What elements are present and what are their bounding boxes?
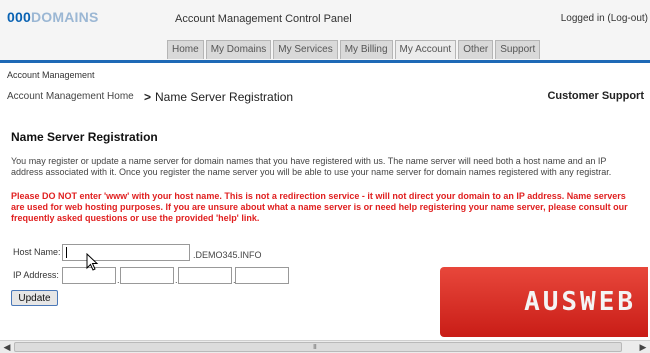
breadcrumb: Account Management Home > Name Server Re… — [7, 90, 644, 106]
host-name-input[interactable] — [62, 244, 190, 261]
tab-my-account[interactable]: My Account — [394, 40, 457, 59]
scroll-grip: III — [313, 344, 317, 351]
ip-octet-2-input[interactable] — [120, 267, 174, 284]
ip-octet-4-input[interactable] — [235, 267, 289, 284]
tab-my-domains[interactable]: My Domains — [205, 40, 272, 59]
update-button[interactable]: Update — [11, 290, 58, 306]
text-caret — [66, 247, 67, 258]
panel-title: Account Management Control Panel — [175, 13, 352, 25]
site-logo[interactable]: 000DOMAINS — [7, 9, 98, 25]
ip-address-label: IP Address: — [13, 270, 59, 280]
chevron-right-icon[interactable]: ▶ — [637, 341, 649, 353]
section-label: Account Management — [7, 70, 95, 80]
breadcrumb-home-link[interactable]: Account Management Home — [7, 91, 134, 102]
breadcrumb-current: Name Server Registration — [155, 90, 294, 104]
warning-text: Please DO NOT enter 'www' with your host… — [11, 191, 628, 223]
main-nav-tabs: Home My Domains My Services My Billing M… — [167, 40, 541, 60]
header-divider — [0, 60, 650, 63]
ip-octet-3-input[interactable] — [178, 267, 232, 284]
page-title: Name Server Registration — [11, 130, 158, 144]
logo-part-2: DOMAINS — [30, 9, 99, 25]
watermark-text: AUSWEB — [524, 287, 636, 317]
domain-suffix: .DEMO345.INFO — [193, 250, 262, 260]
mouse-pointer-icon — [86, 253, 99, 271]
logout-link[interactable]: Logged in (Log-out) — [561, 13, 648, 24]
customer-support-link[interactable]: Customer Support — [547, 90, 644, 102]
tab-my-billing[interactable]: My Billing — [339, 40, 393, 59]
tab-my-services[interactable]: My Services — [273, 40, 338, 59]
header-bar: 000DOMAINS Account Management Control Pa… — [0, 0, 650, 60]
tab-other[interactable]: Other — [458, 40, 494, 59]
host-name-label: Host Name: — [13, 247, 61, 257]
intro-text: You may register or update a name server… — [11, 156, 612, 177]
tab-support[interactable]: Support — [495, 40, 541, 59]
logo-part-1: 000 — [7, 9, 31, 25]
scrollbar-thumb[interactable]: III — [14, 342, 622, 352]
horizontal-scrollbar[interactable]: ◀ III ▶ — [0, 340, 650, 353]
tab-home[interactable]: Home — [167, 40, 204, 59]
chevron-left-icon[interactable]: ◀ — [1, 341, 13, 353]
ausweb-watermark: AUSWEB — [440, 267, 648, 337]
breadcrumb-separator: > — [144, 90, 152, 104]
